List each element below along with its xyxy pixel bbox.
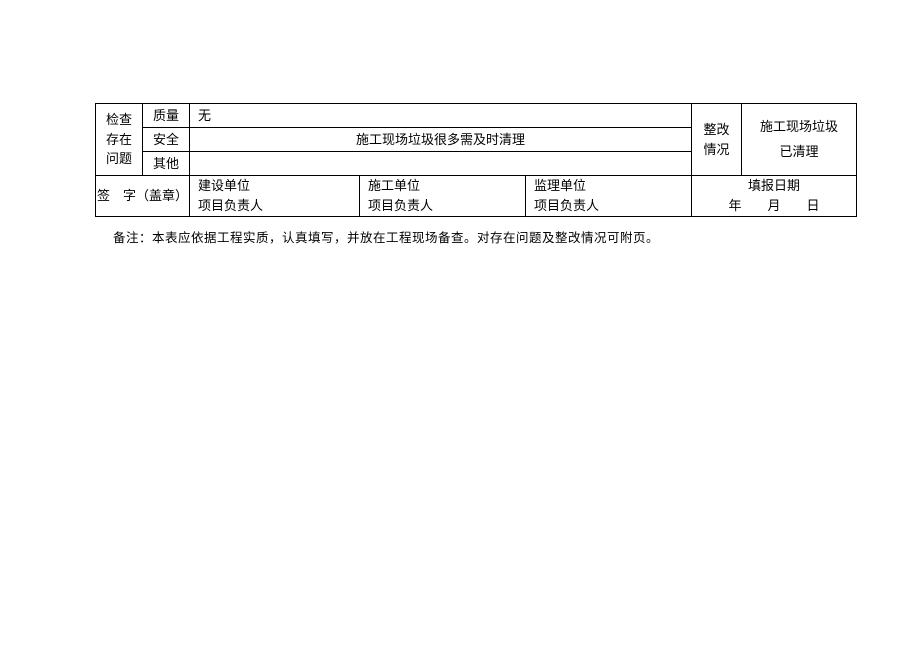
footnote: 备注：本表应依据工程实质，认真填写，并放在工程现场备查。对存在问题及整改情况可附… <box>113 227 659 246</box>
rectify-value-line1: 施工现场垃圾 <box>760 119 838 134</box>
contractor-unit-line1: 施工单位 <box>368 178 420 193</box>
contractor-unit-cell: 施工单位 项目负责人 <box>360 176 526 217</box>
other-value-cell <box>190 152 692 176</box>
table-row: 检查存在问题 质量 无 整改情况 施工现场垃圾 已清理 <box>96 104 857 128</box>
safety-label: 安全 <box>153 132 179 147</box>
rectify-value-cell: 施工现场垃圾 已清理 <box>742 104 857 176</box>
signature-row: 签 字（盖章） 建设单位 项目负责人 施工单位 项目负责人 监理单位 项目负责人… <box>96 176 857 217</box>
report-date-cell: 填报日期 年 月 日 <box>692 176 857 217</box>
rectify-value-line2: 已清理 <box>780 144 819 159</box>
construction-unit-line1: 建设单位 <box>198 178 250 193</box>
rectify-header-cell: 整改情况 <box>692 104 742 176</box>
supervision-unit-line2: 项目负责人 <box>534 198 599 213</box>
inspection-table: 检查存在问题 质量 无 整改情况 施工现场垃圾 已清理 安全 施工现场垃圾很多需… <box>95 103 857 217</box>
other-label: 其他 <box>153 156 179 171</box>
construction-unit-line2: 项目负责人 <box>198 198 263 213</box>
issues-header: 检查存在问题 <box>106 112 132 166</box>
safety-value: 施工现场垃圾很多需及时清理 <box>356 132 525 147</box>
quality-label: 质量 <box>153 108 179 123</box>
issues-header-cell: 检查存在问题 <box>96 104 143 176</box>
signature-label-cell: 签 字（盖章） <box>96 176 190 217</box>
supervision-unit-line1: 监理单位 <box>534 178 586 193</box>
quality-value-cell: 无 <box>190 104 692 128</box>
safety-value-cell: 施工现场垃圾很多需及时清理 <box>190 128 692 152</box>
report-date-fmt: 年 月 日 <box>729 198 820 213</box>
rectify-header: 整改情况 <box>704 122 730 157</box>
contractor-unit-line2: 项目负责人 <box>368 198 433 213</box>
safety-label-cell: 安全 <box>143 128 190 152</box>
signature-label: 签 字（盖章） <box>97 188 188 203</box>
construction-unit-cell: 建设单位 项目负责人 <box>190 176 360 217</box>
quality-value: 无 <box>198 108 211 123</box>
supervision-unit-cell: 监理单位 项目负责人 <box>526 176 692 217</box>
document-page: 检查存在问题 质量 无 整改情况 施工现场垃圾 已清理 安全 施工现场垃圾很多需… <box>0 0 920 651</box>
quality-label-cell: 质量 <box>143 104 190 128</box>
other-label-cell: 其他 <box>143 152 190 176</box>
report-date-label: 填报日期 <box>748 178 800 193</box>
